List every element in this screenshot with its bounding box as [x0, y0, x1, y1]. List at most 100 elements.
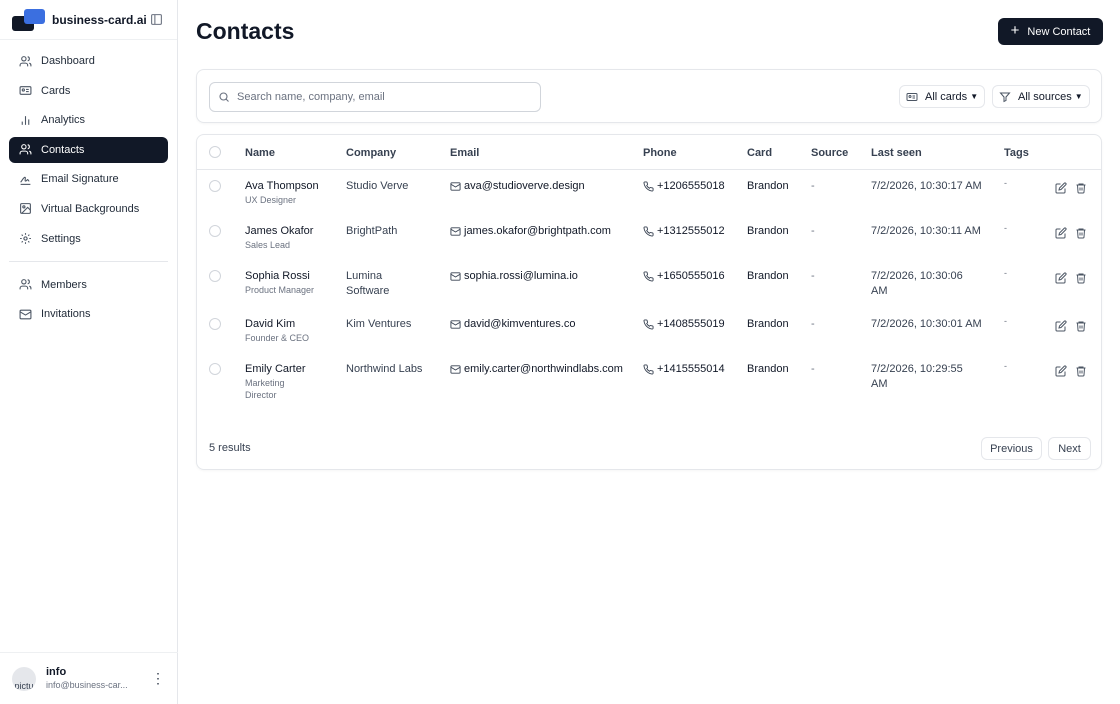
company-line-1: Studio Verve — [346, 180, 409, 192]
contact-title: Marketing Director — [245, 378, 285, 400]
user-name: info — [46, 666, 67, 678]
filter-icon — [999, 91, 1011, 103]
avatar: pictu — [12, 666, 36, 691]
sidebar-item-label: Cards — [41, 84, 71, 97]
company-line-1: Lumina — [346, 270, 383, 282]
brand: business-card.ai — [0, 0, 177, 40]
column-header-email[interactable]: Email — [450, 147, 479, 159]
edit-icon[interactable] — [1054, 319, 1068, 333]
contact-name: Emily Carter — [245, 363, 306, 375]
contact-name-cell: David Kim Founder & CEO — [245, 317, 340, 344]
tags-cell: - — [1004, 178, 1007, 188]
email-value: david@kimventures.co — [464, 318, 576, 330]
sidebar-item-cards[interactable]: Cards — [9, 78, 168, 104]
company-cell: Kim Ventures — [346, 317, 441, 332]
cards-filter-select[interactable]: All cards ▼ — [899, 85, 986, 108]
sidebar-nav: Dashboard Cards Analytics Contacts Email… — [0, 40, 177, 327]
last-seen-line-1: 7/2/2026, 10:30:17 AM — [871, 180, 982, 192]
company-cell: Northwind Labs — [346, 362, 441, 377]
trash-icon[interactable] — [1074, 226, 1088, 240]
phone-cell[interactable]: +1650555016 — [643, 269, 725, 284]
contact-name: David Kim — [245, 318, 296, 330]
last-seen-cell: 7/2/2026, 10:30:17 AM — [871, 179, 993, 194]
column-header-last-seen[interactable]: Last seen — [871, 147, 922, 159]
phone-value: +1415555014 — [657, 363, 725, 375]
more-vertical-icon[interactable]: ⋮ — [150, 669, 166, 689]
column-header-source[interactable]: Source — [811, 147, 848, 159]
last-seen-cell: 7/2/2026, 10:30:01 AM — [871, 317, 993, 332]
trash-icon[interactable] — [1074, 271, 1088, 285]
sidebar-item-label: Invitations — [41, 308, 91, 321]
email-cell[interactable]: james.okafor@brightpath.com — [450, 224, 611, 239]
phone-value: +1312555012 — [657, 225, 725, 237]
column-header-name[interactable]: Name — [245, 147, 275, 159]
sidebar-item-contacts[interactable]: Contacts — [9, 136, 168, 163]
edit-icon[interactable] — [1054, 271, 1068, 285]
select-all-checkbox[interactable] — [209, 146, 221, 158]
mail-icon — [450, 319, 461, 330]
row-checkbox[interactable] — [209, 318, 221, 330]
mail-icon — [450, 181, 461, 192]
row-checkbox[interactable] — [209, 363, 221, 375]
trash-icon[interactable] — [1074, 319, 1088, 333]
image-icon — [18, 202, 32, 216]
trash-icon[interactable] — [1074, 364, 1088, 378]
sidebar-item-dashboard[interactable]: Dashboard — [9, 48, 168, 74]
phone-cell[interactable]: +1415555014 — [643, 362, 725, 377]
row-checkbox[interactable] — [209, 225, 221, 237]
column-header-company[interactable]: Company — [346, 147, 396, 159]
row-checkbox[interactable] — [209, 180, 221, 192]
edit-icon[interactable] — [1054, 181, 1068, 195]
phone-cell[interactable]: +1408555019 — [643, 317, 725, 332]
bar-chart-icon — [18, 113, 32, 127]
email-cell[interactable]: david@kimventures.co — [450, 317, 575, 332]
phone-icon — [643, 181, 654, 192]
contact-name-cell: James Okafor Sales Lead — [245, 224, 340, 251]
sidebar-item-email-signature[interactable]: Email Signature — [9, 166, 168, 192]
sidebar-item-analytics[interactable]: Analytics — [9, 107, 168, 133]
source-cell: - — [811, 225, 815, 237]
last-seen-cell: 7/2/2026, 10:30:11 AM — [871, 224, 993, 239]
sidebar-toggle-icon[interactable] — [147, 11, 165, 29]
sidebar-divider — [9, 260, 168, 262]
user-profile[interactable]: pictu info info@business-car... ⋮ — [0, 652, 178, 704]
source-cell: - — [811, 318, 815, 330]
email-cell[interactable]: ava@studioverve.design — [450, 179, 585, 194]
phone-cell[interactable]: +1206555018 — [643, 179, 725, 194]
sidebar-item-label: Settings — [41, 232, 81, 245]
table-header: Name Company Email Phone Card Source Las… — [197, 135, 1101, 170]
tags-cell: - — [1004, 361, 1007, 371]
search-icon — [218, 91, 230, 103]
column-header-tags[interactable]: Tags — [1004, 147, 1029, 159]
phone-icon — [643, 364, 654, 375]
edit-icon[interactable] — [1054, 226, 1068, 240]
phone-icon — [643, 319, 654, 330]
phone-icon — [643, 271, 654, 282]
next-button[interactable]: Next — [1048, 437, 1091, 460]
new-contact-button[interactable]: + New Contact — [998, 18, 1103, 45]
column-header-card[interactable]: Card — [747, 147, 772, 159]
edit-icon[interactable] — [1054, 364, 1068, 378]
email-value: ava@studioverve.design — [464, 180, 585, 192]
sources-filter-select[interactable]: All sources ▼ — [992, 85, 1090, 108]
search-input[interactable] — [237, 91, 532, 103]
trash-icon[interactable] — [1074, 181, 1088, 195]
phone-cell[interactable]: +1312555012 — [643, 224, 725, 239]
previous-button[interactable]: Previous — [981, 437, 1042, 460]
sidebar-item-settings[interactable]: Settings — [9, 226, 168, 252]
sidebar-item-invitations[interactable]: Invitations — [9, 301, 168, 327]
email-cell[interactable]: emily.carter@northwindlabs.com — [450, 362, 623, 377]
search-box[interactable] — [209, 82, 541, 112]
company-cell: BrightPath — [346, 224, 441, 239]
phone-value: +1408555019 — [657, 318, 725, 330]
mail-icon — [450, 364, 461, 375]
column-header-phone[interactable]: Phone — [643, 147, 677, 159]
new-contact-label: New Contact — [1027, 25, 1091, 38]
sidebar-item-virtual-backgrounds[interactable]: Virtual Backgrounds — [9, 196, 168, 222]
email-cell[interactable]: sophia.rossi@lumina.io — [450, 269, 578, 284]
last-seen-cell: 7/2/2026, 10:29:55 AM — [871, 362, 993, 392]
sidebar-item-label: Members — [41, 278, 87, 291]
company-line-2: Software — [346, 285, 390, 297]
sidebar-item-members[interactable]: Members — [9, 272, 168, 298]
row-checkbox[interactable] — [209, 270, 221, 282]
